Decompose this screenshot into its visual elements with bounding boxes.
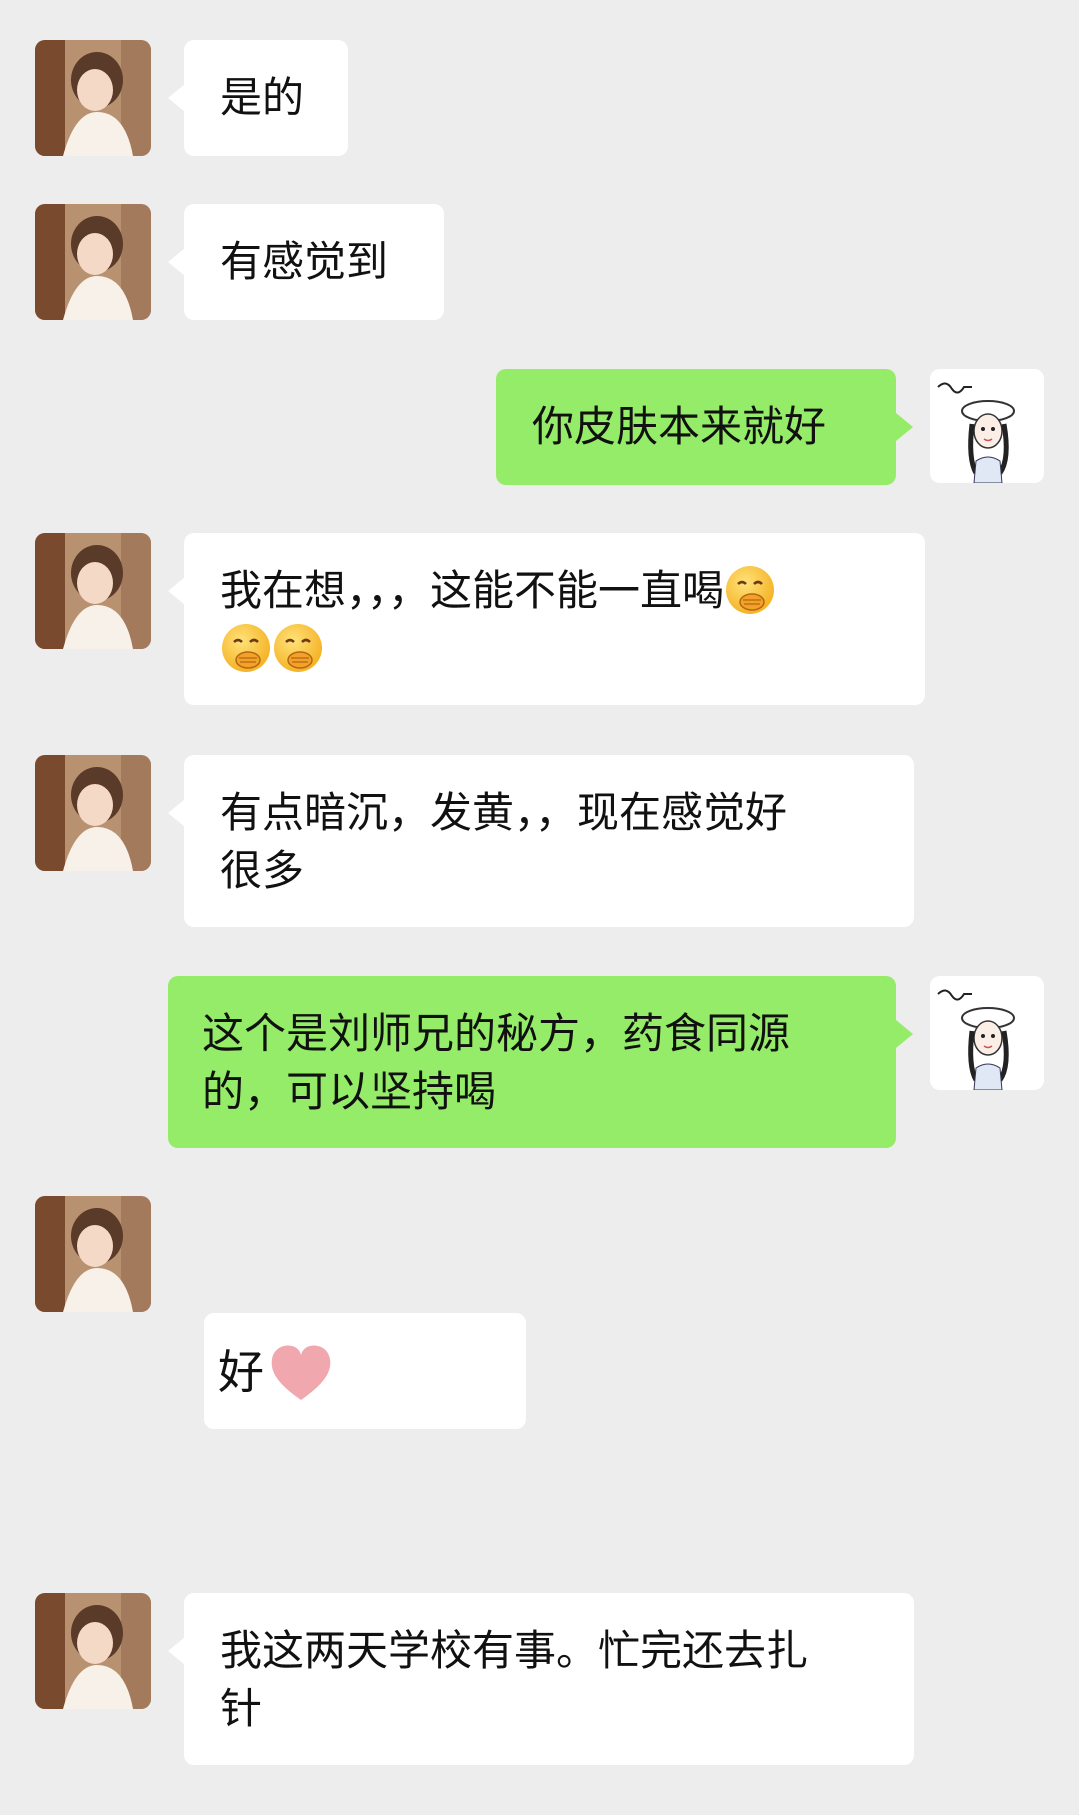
- message-bubble-incoming[interactable]: 好: [204, 1313, 526, 1429]
- message-text: 的，可以坚持喝: [202, 1067, 497, 1116]
- message-text: 有点暗沉，发黄，，现在感觉好: [220, 788, 788, 837]
- message-text: 我在想，，，这能不能一直喝: [220, 566, 725, 615]
- bubble-tail: [168, 1637, 185, 1665]
- bubble-tail: [168, 84, 185, 112]
- sketch-girl-avatar-icon: [930, 369, 1044, 483]
- bubble-tail: [168, 248, 185, 276]
- message-text: 这个是刘师兄的秘方，药食同源: [202, 1009, 791, 1058]
- message-text: 很多: [220, 846, 305, 895]
- face-with-hand-over-mouth-icon: [274, 624, 322, 672]
- face-with-hand-over-mouth-icon: [222, 624, 270, 672]
- girl-photo-icon: [35, 533, 151, 649]
- message-bubble-outgoing[interactable]: 这个是刘师兄的秘方，药食同源 的，可以坚持喝: [168, 976, 896, 1148]
- contact-avatar[interactable]: [35, 40, 151, 156]
- contact-avatar[interactable]: [35, 1593, 151, 1709]
- bubble-tail: [896, 413, 913, 441]
- pink-heart-icon: [268, 1342, 334, 1417]
- girl-photo-icon: [35, 1196, 151, 1312]
- bubble-tail: [896, 1020, 913, 1048]
- girl-photo-icon: [35, 204, 151, 320]
- emoji-line: [220, 620, 889, 678]
- my-avatar[interactable]: [930, 976, 1044, 1090]
- message-text-line: 我在想，，，这能不能一直喝: [220, 562, 889, 620]
- message-bubble-incoming[interactable]: 有感觉到: [184, 204, 444, 320]
- sketch-girl-avatar-icon: [930, 976, 1044, 1090]
- contact-avatar[interactable]: [35, 204, 151, 320]
- message-bubble-incoming[interactable]: 我在想，，，这能不能一直喝: [184, 533, 925, 705]
- girl-photo-icon: [35, 40, 151, 156]
- contact-avatar[interactable]: [35, 533, 151, 649]
- message-bubble-incoming[interactable]: 是的: [184, 40, 348, 156]
- message-text: 有感觉到: [220, 237, 389, 286]
- message-text: 好: [218, 1345, 264, 1399]
- my-avatar[interactable]: [930, 369, 1044, 483]
- contact-avatar[interactable]: [35, 755, 151, 871]
- message-text: 针: [220, 1684, 263, 1733]
- message-text: 我这两天学校有事。忙完还去扎: [220, 1626, 809, 1675]
- girl-photo-icon: [35, 755, 151, 871]
- girl-photo-icon: [35, 1593, 151, 1709]
- contact-avatar[interactable]: [35, 1196, 151, 1312]
- message-bubble-outgoing[interactable]: 你皮肤本来就好: [496, 369, 896, 485]
- bubble-tail: [168, 577, 185, 605]
- bubble-tail: [168, 799, 185, 827]
- face-with-hand-over-mouth-icon: [726, 566, 775, 614]
- message-text: 是的: [220, 73, 305, 122]
- message-bubble-incoming[interactable]: 我这两天学校有事。忙完还去扎 针: [184, 1593, 914, 1765]
- message-text: 你皮肤本来就好: [532, 402, 827, 451]
- message-bubble-incoming[interactable]: 有点暗沉，发黄，，现在感觉好 很多: [184, 755, 914, 927]
